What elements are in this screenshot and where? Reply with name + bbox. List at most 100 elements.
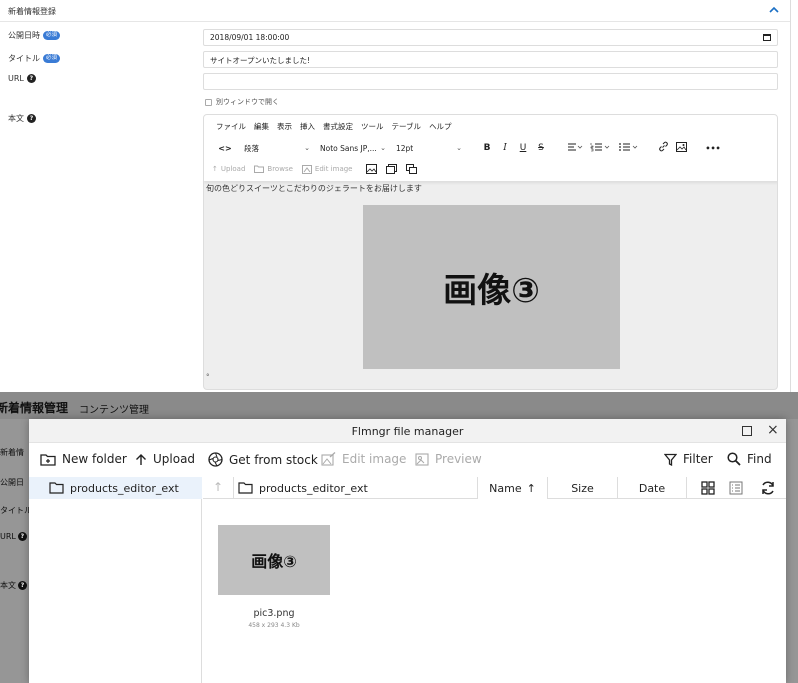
chevron-up-icon[interactable] [768,4,780,16]
editor-text[interactable]: 旬の色どりスイーツとこだわりのジェラートをお届けします [206,183,422,194]
font-size-value: 12pt [396,143,414,153]
filter-label: Filter [683,452,713,466]
folder-up-icon[interactable]: ↑ [213,480,223,494]
camera-aperture-icon [208,452,223,467]
folder-icon [254,165,265,173]
font-family-value: Noto Sans JP,... [320,143,377,153]
search-icon [727,452,741,466]
insert-image-icon[interactable] [365,164,377,174]
align-icon[interactable] [564,142,586,155]
menu-format[interactable]: 書式設定 [323,121,353,132]
breadcrumb[interactable]: products_editor_ext [233,477,368,499]
menu-view[interactable]: 表示 [277,121,292,132]
font-size-select[interactable]: 12pt ⌄ [392,144,466,153]
body-label-text: 本文 [8,114,24,123]
editor-content-image[interactable]: 画像③ [363,205,620,369]
new-window-checkbox-row[interactable]: 別ウィンドウで開く [205,97,279,107]
more-icon[interactable]: ••• [704,144,722,153]
upload-label: Upload [220,165,246,173]
block-format-select[interactable]: 段落 ⌄ [240,143,314,154]
title-label-text: タイトル [8,54,40,63]
find-label: Find [747,452,772,466]
upload-button[interactable]: Upload [135,452,195,466]
background-label-text: URL [0,532,16,541]
menu-file[interactable]: ファイル [216,121,246,132]
help-icon[interactable]: ? [26,74,36,83]
help-icon: ? [17,532,27,541]
new-window-checkbox[interactable] [205,98,212,106]
source-code-icon[interactable]: <> [216,144,234,153]
sort-by-size-button[interactable]: Size [547,477,617,499]
background-label-text: 本文 [0,581,16,590]
filter-button[interactable]: Filter [664,452,713,466]
new-folder-button[interactable]: New folder [40,452,127,466]
insert-images-icon[interactable] [385,164,397,174]
folder-tree: products_editor_ext [29,477,202,683]
edit-image-label: Edit image [314,165,353,173]
bold-button[interactable]: B [478,143,496,153]
publish-date-label: 公開日時 必須 [8,30,61,41]
calendar-icon[interactable] [763,34,771,41]
edit-image-icon [321,452,336,466]
background-label-body: 本文 ? [0,580,29,591]
publish-date-label-text: 公開日時 [8,31,40,40]
rich-text-editor[interactable]: ファイル 編集 表示 挿入 書式設定 ツール テーブル ヘルプ <> 段落 ⌄ … [203,114,778,390]
upload-button[interactable]: ↑ Upload [212,165,245,173]
menu-table[interactable]: テーブル [392,121,422,132]
section-header[interactable]: 新着情報登録 [0,0,790,22]
preview-button[interactable]: Preview [415,452,482,466]
edit-image-button[interactable]: Edit image [301,164,353,174]
bullet-list-icon[interactable] [614,142,642,155]
menu-help[interactable]: ヘルプ [429,121,452,132]
required-badge: 必須 [43,54,61,63]
sort-by-date-button[interactable]: Date [617,477,687,499]
title-value: サイトオープンいたしました! [210,56,311,65]
file-item[interactable]: 画像③ pic3.png 458 x 293 4.3 Kb [218,525,330,629]
edit-image-button[interactable]: Edit image [321,452,406,466]
menu-edit[interactable]: 編集 [254,121,269,132]
browse-button[interactable]: Browse [254,165,293,173]
sort-by-name-button[interactable]: Name ↑ [477,477,547,499]
chevron-down-icon: ⌄ [380,144,386,152]
file-name: pic3.png [253,608,295,619]
publish-date-input[interactable]: 2018/09/01 18:00:00 [203,29,778,46]
help-icon[interactable]: ? [27,114,36,123]
arrow-up-icon [136,453,146,465]
new-window-label: 別ウィンドウで開く [216,98,279,106]
sort-ascending-icon: ↑ [526,481,536,495]
body-label: 本文 ? [8,113,36,124]
editor-menubar: ファイル 編集 表示 挿入 書式設定 ツール テーブル ヘルプ [216,121,452,132]
new-folder-icon [40,453,56,466]
get-from-stock-button[interactable]: Get from stock [208,452,318,467]
list-view-icon[interactable] [728,480,744,496]
url-label-text: URL [8,74,24,83]
file-meta: 458 x 293 4.3 Kb [248,622,300,629]
url-input[interactable] [203,73,778,90]
close-icon[interactable]: × [767,422,779,438]
folder-tree-label: products_editor_ext [70,481,179,495]
background-page-subtitle: コンテンツ管理 [79,405,149,416]
numbered-list-icon[interactable] [586,142,614,155]
link-icon[interactable] [654,141,672,155]
grid-view-icon[interactable] [700,480,716,496]
preview-label: Preview [435,452,482,466]
form-right-border [790,0,791,392]
refresh-icon[interactable] [760,480,776,496]
font-family-select[interactable]: Noto Sans JP,... ⌄ [316,144,390,153]
title-input[interactable]: サイトオープンいたしました! [203,51,778,68]
background-label-url: URL ? [0,532,29,541]
maximize-icon[interactable] [742,426,752,436]
gallery-icon[interactable] [405,164,417,174]
strikethrough-button[interactable]: S [532,143,550,153]
menu-tools[interactable]: ツール [361,121,384,132]
underline-button[interactable]: U [514,143,532,153]
find-button[interactable]: Find [727,452,772,466]
editor-format-row: <> 段落 ⌄ Noto Sans JP,... ⌄ 12pt ⌄ B I U … [216,141,722,155]
filter-icon [664,453,677,466]
image-icon[interactable] [672,141,690,155]
menu-insert[interactable]: 挿入 [300,121,315,132]
italic-button[interactable]: I [496,143,514,153]
folder-tree-item[interactable]: products_editor_ext [29,477,202,499]
file-thumbnail[interactable]: 画像③ [218,525,330,595]
background-label: タイトル [0,506,29,515]
